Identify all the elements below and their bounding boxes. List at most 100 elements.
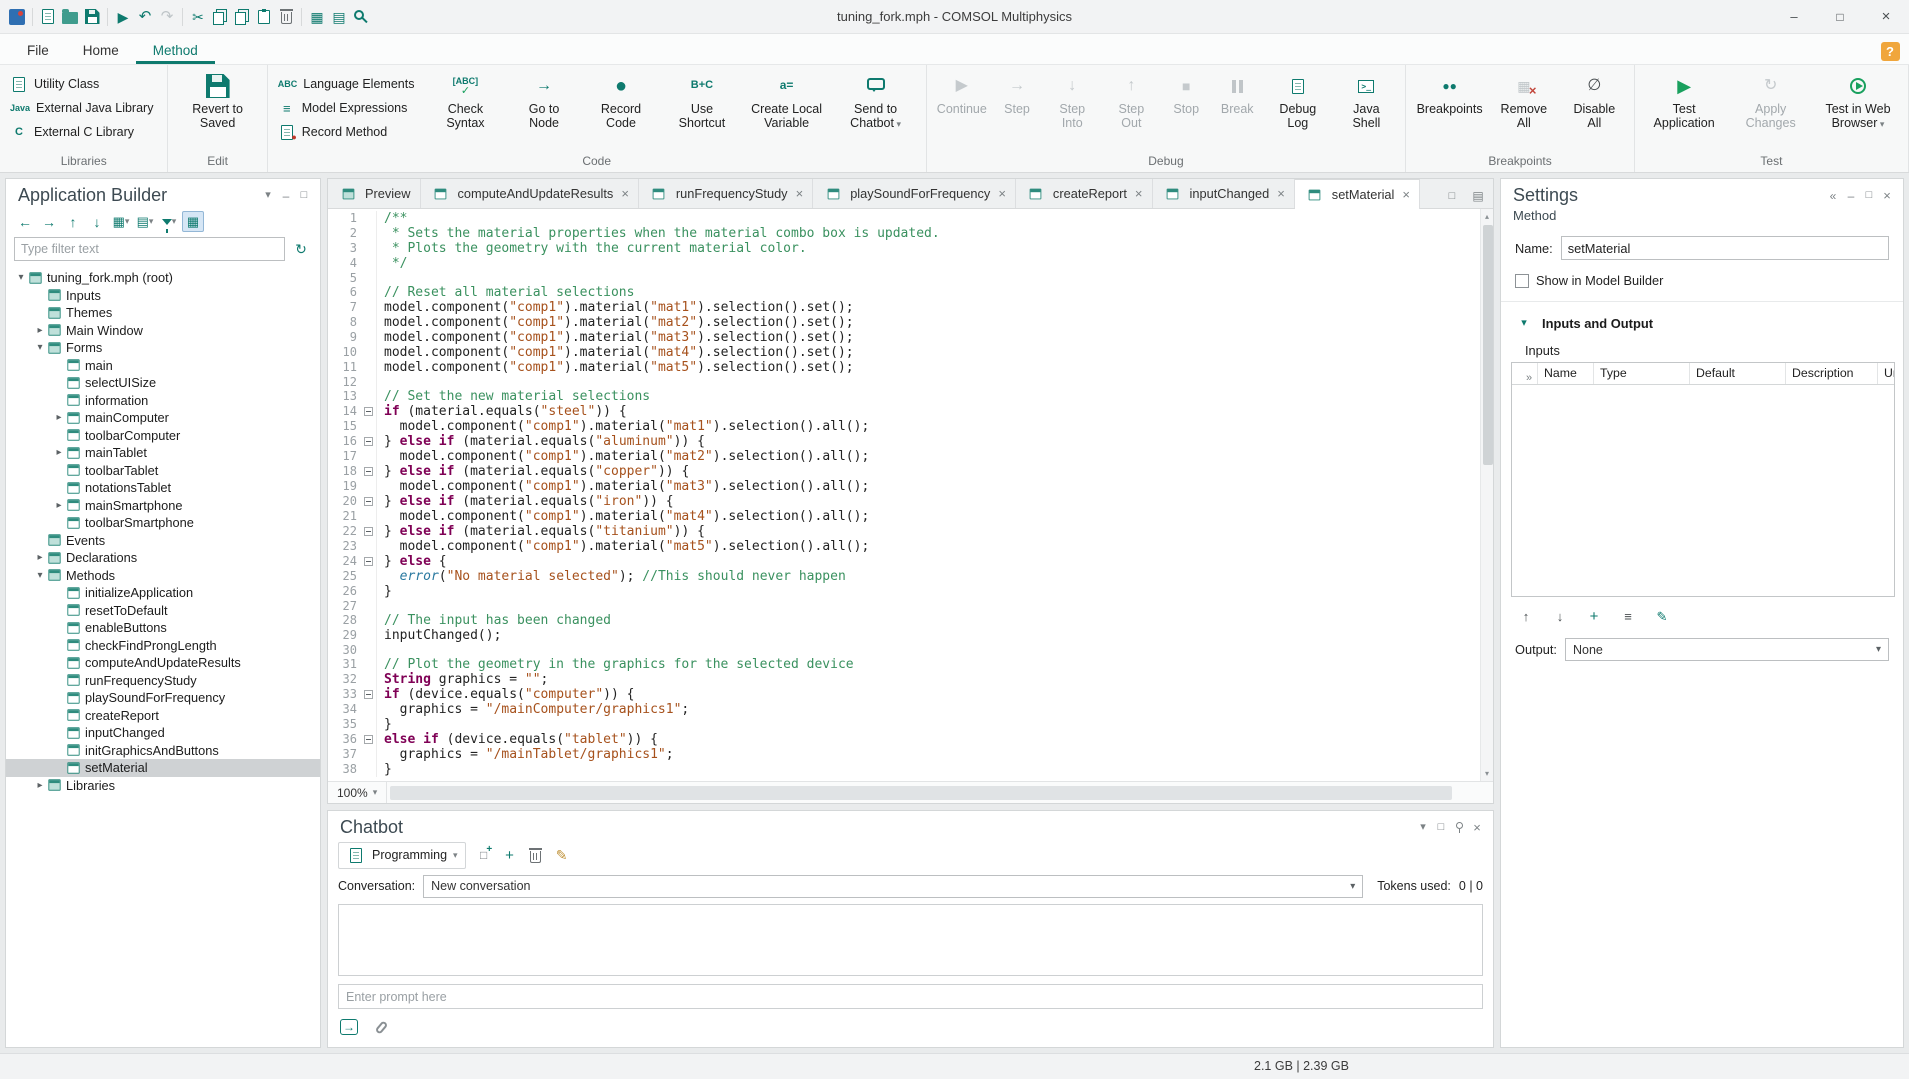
down-icon[interactable]: ↓ bbox=[86, 211, 108, 232]
tree-chevron-icon[interactable]: ▸ bbox=[33, 325, 47, 336]
tree-chevron-icon[interactable]: ▸ bbox=[52, 412, 66, 423]
close-panel-icon[interactable]: × bbox=[1469, 820, 1485, 836]
fold-marker[interactable] bbox=[364, 557, 373, 566]
editor-tab-createreport[interactable]: createReport× bbox=[1016, 179, 1153, 208]
app-logo-icon[interactable] bbox=[6, 5, 28, 29]
output-dropdown[interactable]: None bbox=[1565, 638, 1889, 661]
tree-item-information[interactable]: information bbox=[6, 392, 320, 410]
form-settings-icon[interactable]: ▦ bbox=[306, 5, 328, 29]
close-tab-icon[interactable]: × bbox=[1277, 186, 1285, 201]
chat-message-area[interactable] bbox=[338, 904, 1483, 977]
fold-marker[interactable] bbox=[364, 407, 373, 416]
code-editor[interactable]: 1/**2 * Sets the material properties whe… bbox=[328, 209, 1493, 781]
ribbon-tab-file[interactable]: File bbox=[10, 36, 66, 64]
tree-item-runfrequencystudy[interactable]: runFrequencyStudy bbox=[6, 672, 320, 690]
minimize-icon[interactable]: – bbox=[1771, 0, 1817, 33]
redo-icon[interactable]: ↷ bbox=[156, 5, 178, 29]
application-builder-tree[interactable]: ▾tuning_fork.mph (root)InputsThemes▸Main… bbox=[6, 267, 320, 1047]
mode-dropdown[interactable]: Programming ▾ bbox=[338, 842, 466, 869]
tree-item-themes[interactable]: Themes bbox=[6, 304, 320, 322]
tree-item-methods[interactable]: ▾Methods bbox=[6, 567, 320, 585]
external-c-library-button[interactable]: CExternal C Library bbox=[10, 124, 153, 140]
trash-icon[interactable] bbox=[526, 845, 546, 865]
tree-item-checkfindpronglength[interactable]: checkFindProngLength bbox=[6, 637, 320, 655]
editor-tab-setmaterial[interactable]: setMaterial× bbox=[1295, 179, 1420, 209]
chat-prompt-input[interactable] bbox=[338, 984, 1483, 1009]
chevron-down-icon[interactable]: ▾ bbox=[260, 188, 276, 204]
tree-item-enablebuttons[interactable]: enableButtons bbox=[6, 619, 320, 637]
test-in-web-browser-button[interactable]: Test in Web Browser ▾ bbox=[1814, 69, 1902, 151]
tree-chevron-icon[interactable]: ▾ bbox=[33, 342, 47, 353]
tree-chevron-icon[interactable]: ▾ bbox=[33, 570, 47, 581]
filter-input[interactable] bbox=[14, 237, 285, 261]
fold-marker[interactable] bbox=[364, 497, 373, 506]
float-icon[interactable]: □ bbox=[1433, 820, 1449, 836]
attach-icon[interactable] bbox=[370, 1015, 392, 1039]
ribbon-tab-home[interactable]: Home bbox=[66, 36, 136, 64]
duplicate-icon[interactable] bbox=[231, 5, 253, 29]
remove-all-button[interactable]: ▦×Remove All bbox=[1488, 69, 1560, 151]
tree-item-main-window[interactable]: ▸Main Window bbox=[6, 322, 320, 340]
scrollbar-thumb[interactable] bbox=[390, 786, 1452, 800]
tree-item-inputchanged[interactable]: inputChanged bbox=[6, 724, 320, 742]
inputs-and-output-section-header[interactable]: ▾ Inputs and Output bbox=[1501, 301, 1903, 340]
use-shortcut-button[interactable]: B+CUse Shortcut bbox=[662, 69, 741, 151]
edit-icon[interactable]: ✎ bbox=[1651, 604, 1673, 628]
external-java-library-button[interactable]: JavaExternal Java Library bbox=[10, 100, 153, 116]
float-icon[interactable]: □ bbox=[1441, 184, 1463, 208]
move-down-icon[interactable]: ↓ bbox=[1549, 604, 1571, 628]
record-method-button[interactable]: ●Record Method bbox=[278, 124, 415, 140]
tree-item-mainsmartphone[interactable]: ▸mainSmartphone bbox=[6, 497, 320, 515]
add-row-icon[interactable]: + bbox=[1583, 604, 1605, 628]
help-icon[interactable]: ? bbox=[1879, 39, 1901, 63]
maximize-icon[interactable]: □ bbox=[1817, 0, 1863, 33]
record-code-button[interactable]: ●Record Code bbox=[581, 69, 662, 151]
pin-icon[interactable] bbox=[1451, 820, 1467, 836]
close-icon[interactable]: × bbox=[1863, 0, 1909, 33]
method-name-input[interactable] bbox=[1561, 236, 1889, 260]
fold-marker[interactable] bbox=[364, 735, 373, 744]
close-panel-icon[interactable]: × bbox=[1879, 188, 1895, 204]
open-icon[interactable] bbox=[59, 5, 81, 29]
save-icon[interactable] bbox=[81, 5, 103, 29]
close-tab-icon[interactable]: × bbox=[1402, 187, 1410, 202]
new-conversation-icon[interactable]: □+ bbox=[474, 845, 494, 865]
disable-all-button[interactable]: ∅Disable All bbox=[1561, 69, 1628, 151]
send-to-chatbot-button[interactable]: Send to Chatbot ▾ bbox=[832, 69, 920, 151]
tree-item-toolbartablet[interactable]: toolbarTablet bbox=[6, 462, 320, 480]
tree-item-declarations[interactable]: ▸Declarations bbox=[6, 549, 320, 567]
horizontal-scrollbar[interactable] bbox=[387, 782, 1493, 803]
fold-marker[interactable] bbox=[364, 527, 373, 536]
editor-tab-preview[interactable]: Preview bbox=[328, 179, 421, 208]
delete-icon[interactable] bbox=[275, 5, 297, 29]
check-syntax-button[interactable]: [ABC]✓Check Syntax bbox=[423, 69, 507, 151]
undo-icon[interactable]: ↶ bbox=[134, 5, 156, 29]
ribbon-tab-method[interactable]: Method bbox=[136, 36, 215, 64]
tree-chevron-icon[interactable]: ▸ bbox=[33, 780, 47, 791]
tree-item-forms[interactable]: ▾Forms bbox=[6, 339, 320, 357]
float-icon[interactable]: □ bbox=[1861, 188, 1877, 204]
close-tab-icon[interactable]: × bbox=[1135, 186, 1143, 201]
back-icon[interactable]: ← bbox=[14, 211, 36, 232]
close-tab-icon[interactable]: × bbox=[796, 186, 804, 201]
scrollbar-thumb[interactable] bbox=[1483, 225, 1493, 465]
copy-icon[interactable] bbox=[209, 5, 231, 29]
breakpoints-button[interactable]: ●●Breakpoints bbox=[1412, 69, 1487, 151]
tree-item-resettodefault[interactable]: resetToDefault bbox=[6, 602, 320, 620]
language-elements-button[interactable]: ABCLanguage Elements bbox=[278, 76, 415, 92]
java-shell-button[interactable]: Java Shell bbox=[1333, 69, 1399, 151]
move-up-icon[interactable]: ↑ bbox=[1515, 604, 1537, 628]
cut-icon[interactable]: ✂ bbox=[187, 5, 209, 29]
tree-item-inputs[interactable]: Inputs bbox=[6, 287, 320, 305]
zoom-dropdown[interactable]: 100% ▾ bbox=[328, 782, 387, 803]
fold-marker[interactable] bbox=[364, 467, 373, 476]
model-expressions-button[interactable]: ≡Model Expressions bbox=[278, 100, 415, 116]
debug-log-button[interactable]: Debug Log bbox=[1263, 69, 1332, 151]
list-icon[interactable]: ▤ bbox=[1467, 184, 1489, 208]
run-icon[interactable]: ▶ bbox=[112, 5, 134, 29]
chevron-down-icon[interactable]: ▾ bbox=[1415, 820, 1431, 836]
tree-chevron-icon[interactable]: ▾ bbox=[14, 272, 28, 283]
tree-item-computeandupdateresults[interactable]: computeAndUpdateResults bbox=[6, 654, 320, 672]
up-icon[interactable]: ↑ bbox=[62, 211, 84, 232]
edit-list-icon[interactable]: ≡ bbox=[1617, 604, 1639, 628]
